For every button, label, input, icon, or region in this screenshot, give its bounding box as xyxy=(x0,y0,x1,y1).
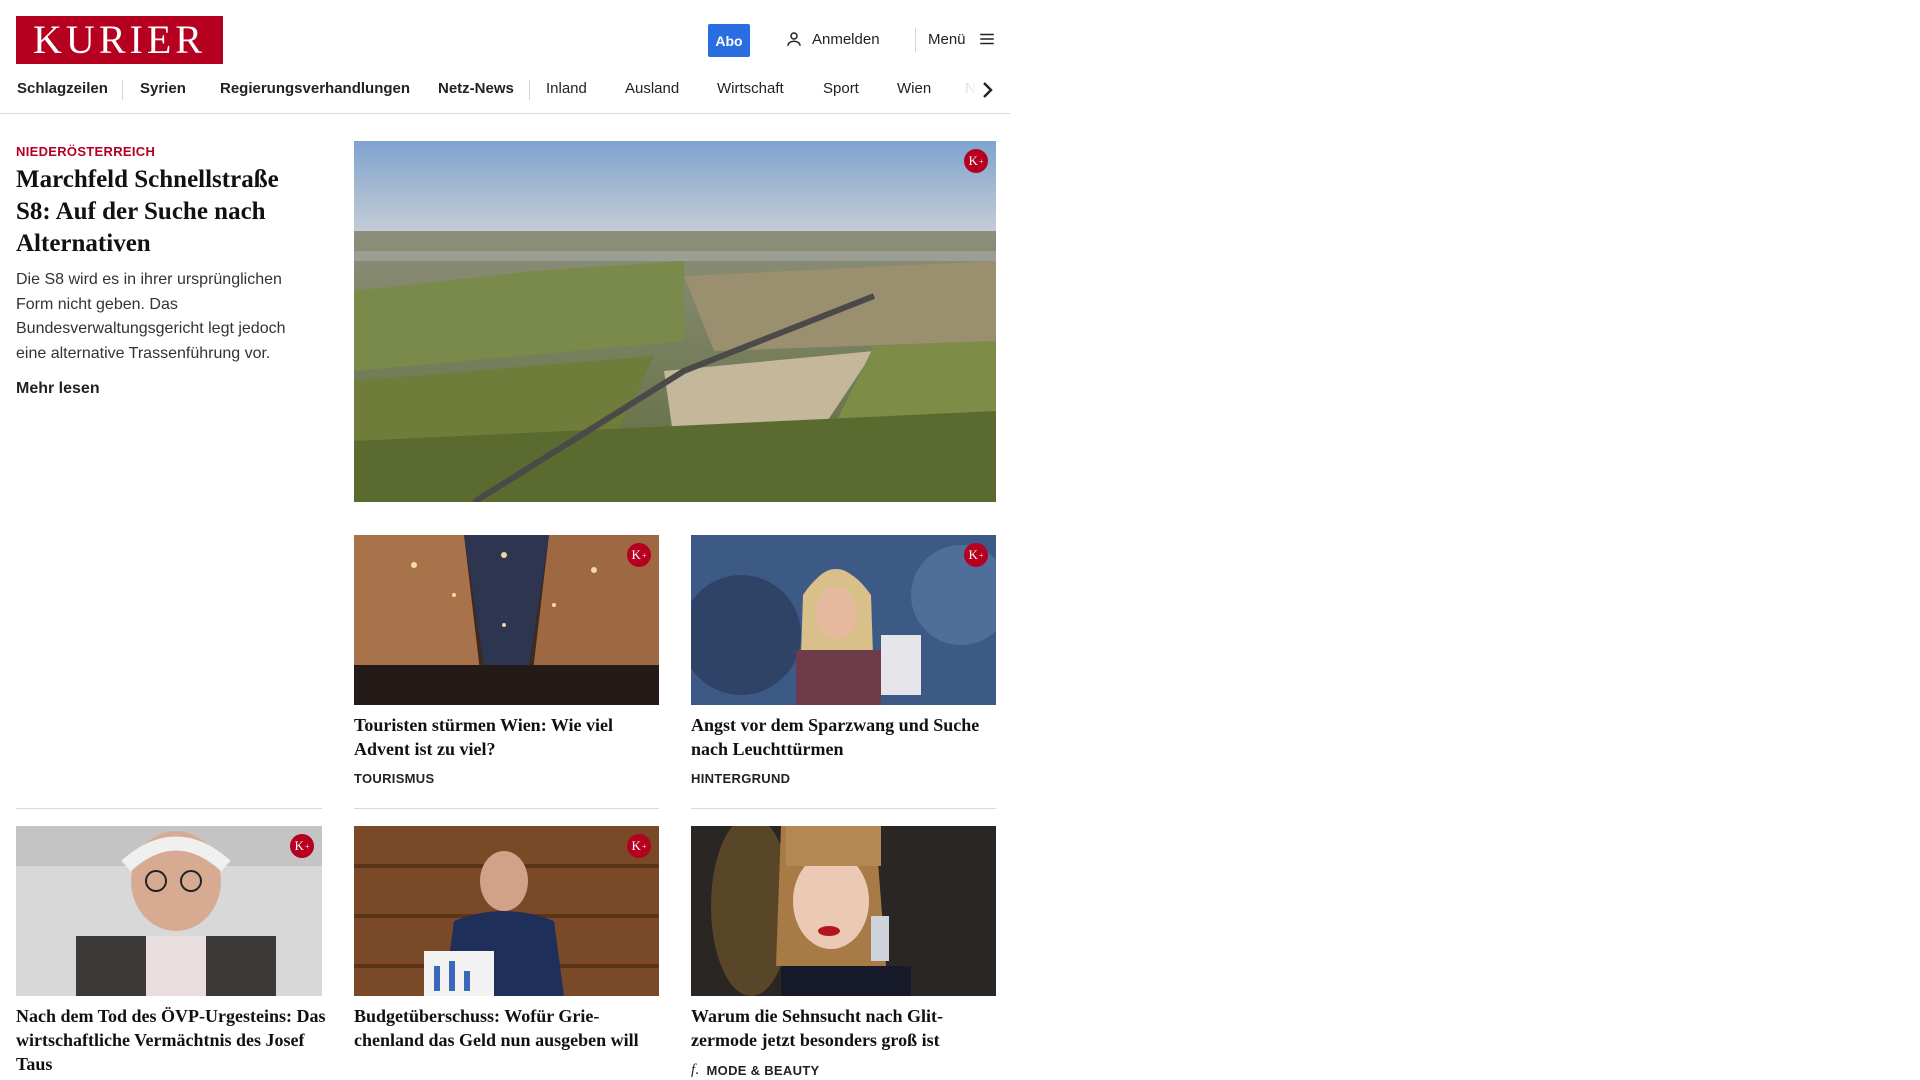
login-button[interactable]: Anmelden xyxy=(785,30,880,48)
card-image-glitzer[interactable] xyxy=(691,826,996,996)
kurier-plus-badge: K + xyxy=(290,834,314,858)
nav-item-ausland[interactable]: Ausland xyxy=(625,80,679,97)
card-category[interactable]: TOURISMUS xyxy=(354,771,434,786)
card-headline[interactable]: Touristen stürmen Wien: Wie viel Advent … xyxy=(354,713,659,761)
elderly-man-photo xyxy=(16,826,322,996)
nav-item-syrien[interactable]: Syrien xyxy=(140,80,186,97)
nav-divider xyxy=(529,80,530,100)
menu-label: Menü xyxy=(928,30,966,48)
card-image-advent[interactable]: K + xyxy=(354,535,659,705)
nav-item-schlagzeilen[interactable]: Schlagzeilen xyxy=(17,80,108,97)
card-image-taus[interactable]: K + xyxy=(16,826,322,996)
lead-teaser: Die S8 wird es in ihrer ursprünglichen F… xyxy=(16,271,286,362)
header-divider xyxy=(915,28,916,52)
card-headline[interactable]: Angst vor dem Sparzwang und Su­che nach … xyxy=(691,713,1001,761)
kurier-plus-badge: K + xyxy=(627,543,651,567)
hamburger-icon xyxy=(979,33,994,45)
card-category-label: MODE & BEAUTY xyxy=(706,1063,820,1078)
nav-item-inland[interactable]: Inland xyxy=(546,80,587,97)
lead-headline[interactable]: Marchfeld Schnellstraße S8: Auf der Such… xyxy=(16,164,316,260)
politician-speech-photo xyxy=(354,826,659,996)
lead-image[interactable]: K + xyxy=(354,141,996,502)
divider xyxy=(691,808,996,809)
nav-divider xyxy=(122,80,123,100)
kurier-plus-badge: K + xyxy=(964,149,988,173)
card-image-budget[interactable]: K + xyxy=(354,826,659,996)
read-more-link[interactable]: Mehr lesen xyxy=(16,380,100,398)
kurier-plus-badge: K + xyxy=(964,543,988,567)
nav-item-wien[interactable]: Wien xyxy=(897,80,931,97)
aerial-landscape-photo xyxy=(354,141,996,502)
user-icon xyxy=(787,32,801,46)
card-headline[interactable]: Warum die Sehnsucht nach Glit­zermode je… xyxy=(691,1004,996,1052)
kurier-logo[interactable]: KURIER xyxy=(16,16,223,64)
site-header: KURIER Abo Anmelden Menü Schlagzeilen Sy… xyxy=(0,0,1010,114)
christmas-street-photo xyxy=(354,535,659,705)
abo-button[interactable]: Abo xyxy=(708,24,750,57)
freizeit-icon: f. xyxy=(691,1062,700,1078)
nav-item-netz-news[interactable]: Netz-News xyxy=(438,80,514,97)
menu-button[interactable]: Menü xyxy=(928,30,996,48)
divider xyxy=(16,808,322,809)
nav-item-regierungsverhandlungen[interactable]: Regierungsverhandlungen xyxy=(220,80,410,97)
chevron-right-icon xyxy=(983,82,993,98)
lead-kicker[interactable]: NIEDERÖSTERREICH xyxy=(16,144,155,159)
card-image-sparzwang[interactable]: K + xyxy=(691,535,996,705)
card-category[interactable]: HINTERGRUND xyxy=(691,771,790,786)
singer-portrait-photo xyxy=(691,826,996,996)
login-label: Anmelden xyxy=(812,30,880,48)
nav-item-wirtschaft[interactable]: Wirtschaft xyxy=(717,80,784,97)
divider xyxy=(354,808,659,809)
woman-portrait-photo xyxy=(691,535,996,705)
kurier-plus-badge: K + xyxy=(627,834,651,858)
card-category[interactable]: f. MODE & BEAUTY xyxy=(691,1062,820,1079)
nav-item-sport[interactable]: Sport xyxy=(823,80,859,97)
card-headline[interactable]: Nach dem Tod des ÖVP-Urgesteins: Das wir… xyxy=(16,1004,331,1076)
section-nav: Schlagzeilen Syrien Regierungsverhandlun… xyxy=(0,72,1010,106)
nav-scroll-right-button[interactable] xyxy=(975,78,999,102)
card-headline[interactable]: Budgetüberschuss: Wofür Grie­chenland da… xyxy=(354,1004,659,1052)
